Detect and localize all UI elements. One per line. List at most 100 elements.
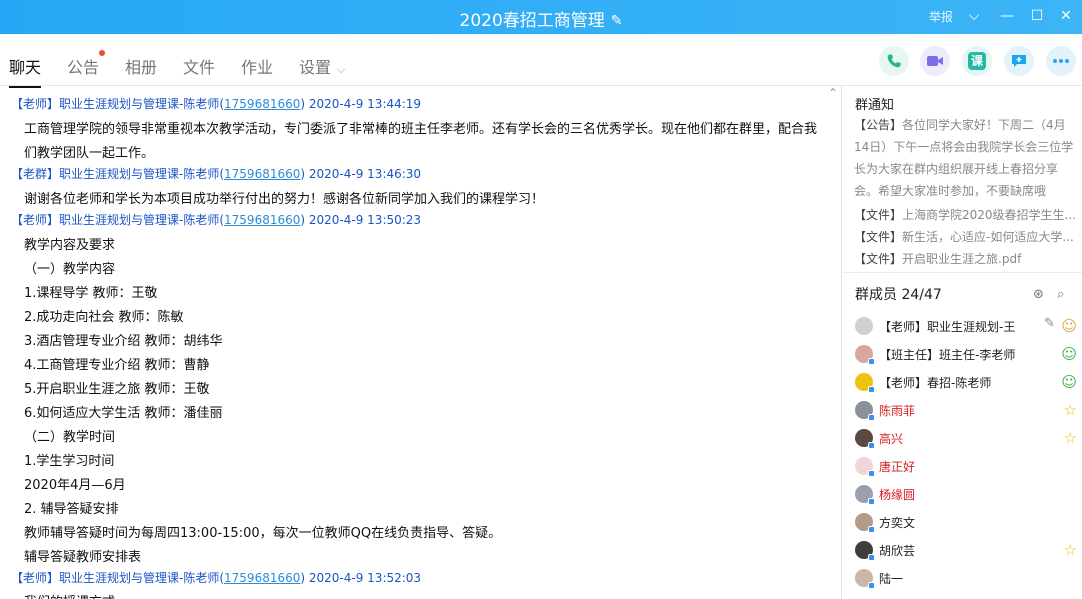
avatar xyxy=(855,429,875,449)
sender-name[interactable]: 【老师】职业生涯规划与管理课-陈老师 xyxy=(11,97,219,111)
sender-name[interactable]: 【老师】职业生涯规划与管理课-陈老师 xyxy=(11,213,219,227)
member-item[interactable]: 方奕文 xyxy=(855,511,1077,533)
file-name: 上海商学院2020级春招学生生... xyxy=(902,208,1076,222)
member-item[interactable]: 【老师】职业生涯规划-王 ✎ ☺ xyxy=(855,315,1077,337)
mobile-badge-icon xyxy=(868,498,875,505)
message-line: 2020年4月—6月 xyxy=(24,478,126,493)
avatar xyxy=(855,401,875,421)
sender-qq-link[interactable]: 1759681660 xyxy=(224,167,300,181)
star-icon: ☆ xyxy=(1063,541,1077,559)
tab-files[interactable]: 文件 xyxy=(183,54,215,78)
file-name: 新生活，心适应-如何适应大学... xyxy=(902,230,1074,244)
tab-album[interactable]: 相册 xyxy=(125,54,157,78)
phone-call-button[interactable] xyxy=(879,46,909,76)
message-line: 教师辅导答疑时间为每周四13:00-15:00，每次一位教师QQ在线负责指导、答… xyxy=(24,526,502,541)
message-time: 2020-4-9 13:52:03 xyxy=(308,571,422,585)
mobile-badge-icon xyxy=(868,526,875,533)
member-item[interactable]: 唐正好 xyxy=(855,455,1077,477)
chat-message-area[interactable]: ⌃ 【老师】职业生涯规划与管理课-陈老师(1759681660) 2020-4-… xyxy=(0,86,842,599)
message-time: 2020-4-9 13:46:30 xyxy=(308,167,422,181)
phone-icon xyxy=(887,54,901,68)
member-name: 【老师】职业生涯规划-王 xyxy=(879,319,1016,334)
window-title: 2020春招工商管理 ✎ xyxy=(0,6,1082,31)
video-icon xyxy=(927,56,943,66)
member-item[interactable]: 陈雨菲 ☆ xyxy=(855,399,1077,421)
search-icon[interactable]: ⌕ xyxy=(1057,287,1064,302)
member-manage-icon[interactable]: ⊛ xyxy=(1033,287,1044,302)
title-bar: 2020春招工商管理 ✎ 举报 ⌵ — ☐ ✕ xyxy=(0,0,1082,34)
mobile-badge-icon xyxy=(868,386,875,393)
avatar xyxy=(855,513,875,533)
sender-qq-link[interactable]: 1759681660 xyxy=(224,97,300,111)
collapse-icon[interactable]: ⌃ xyxy=(828,86,838,100)
file-tag: 【文件】 xyxy=(854,252,903,266)
tab-announcement[interactable]: 公告 xyxy=(67,50,106,78)
message-header: 【老师】职业生涯规划与管理课-陈老师(1759681660) 2020-4-9 … xyxy=(11,97,422,111)
sender-name[interactable]: 【老群】职业生涯规划与管理课-陈老师 xyxy=(11,167,219,181)
message-line: 辅导答疑教师安排表 xyxy=(24,550,142,565)
window-title-text: 2020春招工商管理 xyxy=(459,11,605,31)
member-name: 唐正好 xyxy=(879,459,916,474)
tab-files-label: 文件 xyxy=(183,58,216,77)
member-item[interactable]: 高兴 ☆ xyxy=(855,427,1077,449)
mobile-badge-icon xyxy=(868,358,875,365)
member-item[interactable]: 【班主任】班主任-李老师 ☺ xyxy=(855,343,1077,365)
message-time: 2020-4-9 13:44:19 xyxy=(308,97,422,111)
edit-icon[interactable]: ✎ xyxy=(1044,316,1055,331)
member-name: 陈雨菲 xyxy=(879,403,916,418)
sender-qq-link[interactable]: 1759681660 xyxy=(224,213,300,227)
star-icon: ☆ xyxy=(1063,401,1077,419)
maximize-icon[interactable]: ☐ xyxy=(1028,6,1046,26)
group-file-item[interactable]: 【文件】开启职业生涯之旅.pdf xyxy=(854,250,1076,267)
message-line: 教学内容及要求 xyxy=(24,238,116,253)
sender-qq-link[interactable]: 1759681660 xyxy=(224,571,300,585)
group-file-item[interactable]: 【文件】上海商学院2020级春招学生生... xyxy=(854,206,1076,223)
group-notice-text[interactable]: 【公告】各位同学大家好！下周二（4月14日）下午一点将会由我院学长会三位学长为大… xyxy=(854,114,1076,202)
message-line: 我们的授课方式 xyxy=(24,591,115,599)
avatar xyxy=(855,541,875,561)
mobile-badge-icon xyxy=(868,582,875,589)
tab-settings[interactable]: 设置 ⌵ xyxy=(299,54,345,78)
member-name: 陆一 xyxy=(879,571,904,586)
sender-name[interactable]: 【老师】职业生涯规划与管理课-陈老师 xyxy=(11,571,219,585)
message-line: 谢谢各位老师和学长为本项目成功举行付出的努力！感谢各位新同学加入我们的课程学习！ xyxy=(24,192,545,207)
group-file-item[interactable]: 【文件】新生活，心适应-如何适应大学... xyxy=(854,228,1076,245)
report-button[interactable]: 举报 xyxy=(929,8,953,25)
tab-chat-label: 聊天 xyxy=(9,58,42,77)
group-notice-title: 群通知 xyxy=(855,98,895,113)
screen-share-button[interactable] xyxy=(1004,46,1034,76)
close-icon[interactable]: ✕ xyxy=(1057,6,1075,26)
message-line: （一）教学内容 xyxy=(24,262,116,277)
tab-chat[interactable]: 聊天 xyxy=(9,54,42,88)
message-header: 【老群】职业生涯规划与管理课-陈老师(1759681660) 2020-4-9 … xyxy=(11,167,422,181)
message-line: 4.工商管理专业介绍 教师：曹静 xyxy=(24,358,210,373)
more-button[interactable] xyxy=(1046,46,1076,76)
message-line: 3.酒店管理专业介绍 教师：胡纬华 xyxy=(24,334,223,349)
course-button[interactable]: 课 xyxy=(962,46,992,76)
admin-icon: ☺ xyxy=(1061,373,1077,391)
message-line: 2. 辅导答疑安排 xyxy=(24,502,119,517)
member-item[interactable]: 杨缘圆 xyxy=(855,483,1077,505)
member-name: 胡欣芸 xyxy=(879,543,916,558)
edit-title-icon[interactable]: ✎ xyxy=(611,13,623,29)
chevron-down-icon[interactable]: ⌵ xyxy=(965,6,983,26)
member-item[interactable]: 【老师】春招-陈老师 ☺ xyxy=(855,371,1077,393)
avatar xyxy=(855,317,873,335)
member-item[interactable]: 陆一 xyxy=(855,567,1077,589)
video-call-button[interactable] xyxy=(920,46,950,76)
tab-homework[interactable]: 作业 xyxy=(241,54,273,78)
message-header: 【老师】职业生涯规划与管理课-陈老师(1759681660) 2020-4-9 … xyxy=(11,213,422,227)
message-line: （二）教学时间 xyxy=(24,430,116,445)
message-line: 工商管理学院的领导非常重视本次教学活动，专门委派了非常棒的班主任李老师。还有学长… xyxy=(24,122,818,137)
divider xyxy=(843,272,1082,273)
screen-share-icon xyxy=(1012,55,1026,67)
chevron-down-icon: ⌵ xyxy=(337,63,346,76)
admin-icon: ☺ xyxy=(1061,345,1077,363)
message-header: 【老师】职业生涯规划与管理课-陈老师(1759681660) 2020-4-9 … xyxy=(11,571,422,585)
minimize-icon[interactable]: — xyxy=(998,6,1016,26)
message-line: 1.课程导学 教师：王敬 xyxy=(24,286,158,301)
tab-homework-label: 作业 xyxy=(241,58,274,77)
star-icon: ☆ xyxy=(1063,429,1077,447)
member-item[interactable]: 胡欣芸 ☆ xyxy=(855,539,1077,561)
message-line: 6.如何适应大学生活 教师：潘佳丽 xyxy=(24,406,223,421)
